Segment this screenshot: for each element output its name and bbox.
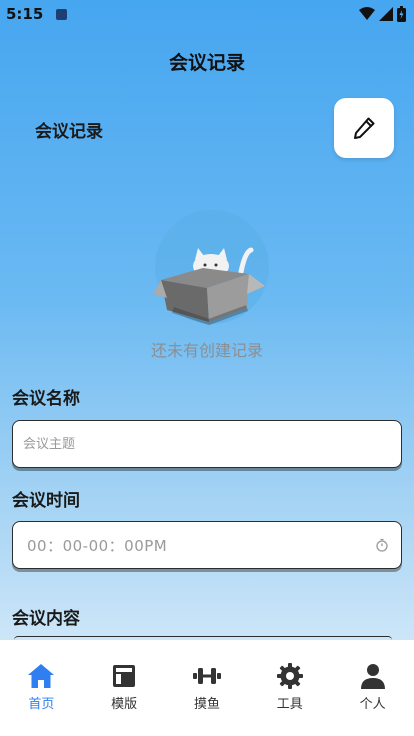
person-icon: [360, 664, 385, 689]
timer-icon: [376, 538, 388, 552]
tab-fish-label: 摸鱼: [193, 697, 220, 712]
meeting-name-input[interactable]: [13, 421, 401, 467]
tab-tools[interactable]: 工具: [255, 662, 325, 736]
meeting-name-label: 会议名称: [12, 389, 80, 409]
signal-icon: [379, 7, 393, 21]
status-icons: [359, 6, 406, 22]
dumbbell-icon: [192, 668, 221, 684]
battery-icon: [397, 6, 406, 22]
tab-profile[interactable]: 个人: [338, 662, 408, 736]
home-icon: [28, 664, 55, 688]
meeting-content-label: 会议内容: [12, 609, 80, 629]
app-notification-icon: [56, 9, 67, 20]
edit-button[interactable]: [334, 98, 394, 158]
status-time: 5:15: [6, 5, 44, 23]
template-icon: [113, 665, 136, 687]
bottom-tab-bar: 首页 模版 摸鱼 工具 个人: [0, 640, 414, 736]
meeting-time-field[interactable]: 00：00-00：00PM: [12, 521, 402, 569]
records-section-title: 会议记录: [35, 122, 103, 142]
meeting-time-label: 会议时间: [12, 491, 80, 511]
wifi-icon: [359, 7, 375, 20]
page-title: 会议记录: [168, 52, 245, 74]
tab-tools-label: 工具: [276, 697, 303, 712]
empty-state-text: 还未有创建记录: [150, 341, 263, 360]
tab-template-label: 模版: [111, 697, 138, 712]
tab-profile-label: 个人: [359, 697, 386, 712]
tab-fish[interactable]: 摸鱼: [172, 662, 242, 736]
tab-home-label: 首页: [28, 697, 55, 712]
empty-box-illustration: [153, 208, 271, 326]
meeting-name-field[interactable]: [12, 420, 402, 468]
meeting-time-value: 00：00-00：00PM: [27, 537, 168, 555]
pencil-icon: [354, 117, 375, 139]
tab-home[interactable]: 首页: [6, 662, 76, 736]
tab-template[interactable]: 模版: [89, 662, 159, 736]
gear-icon: [276, 663, 303, 689]
status-bar: 5:15: [0, 0, 414, 30]
